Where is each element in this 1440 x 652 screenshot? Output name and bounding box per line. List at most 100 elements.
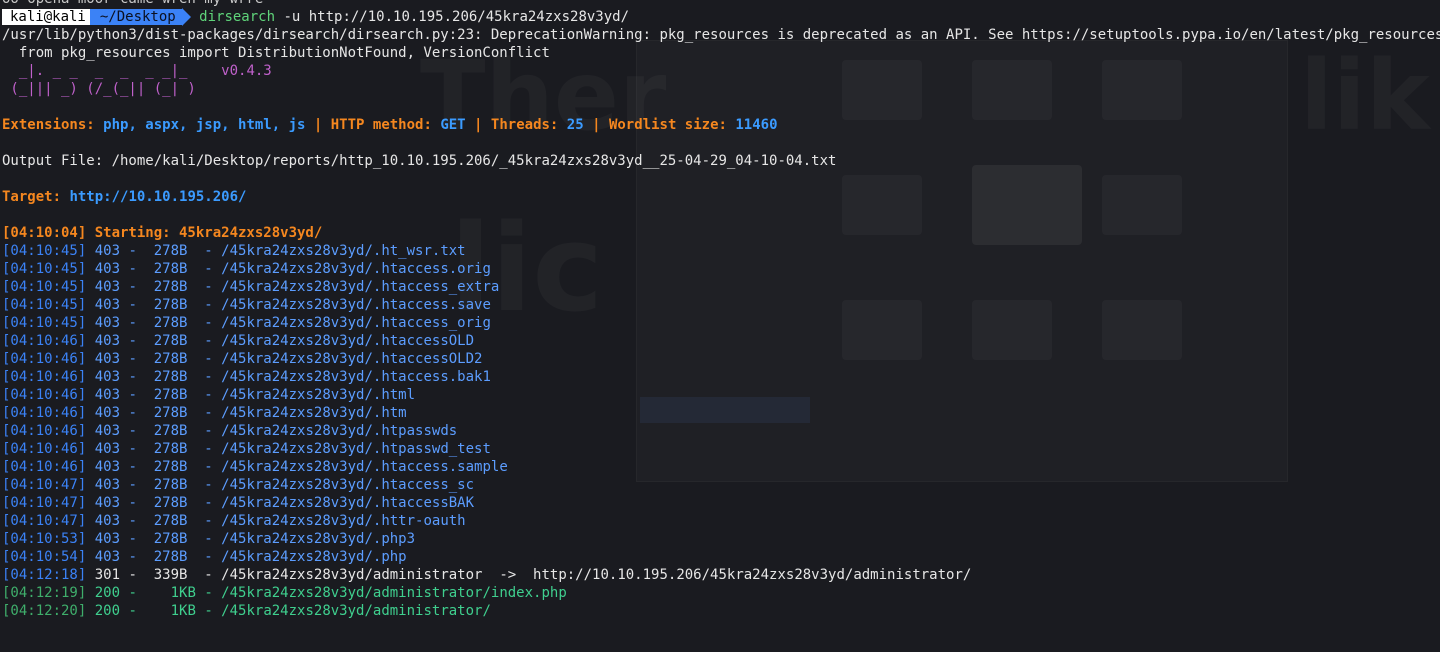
result-path: - /45kra24zxs28v3yd/.htaccess.orig <box>187 261 491 277</box>
result-status-code: 403 - <box>86 405 154 421</box>
result-row: [04:10:46] 403 - 278B - /45kra24zxs28v3y… <box>2 404 1440 422</box>
extensions-value: php, aspx, jsp, html, js <box>103 117 306 133</box>
result-path: - /45kra24zxs28v3yd/.htaccessBAK <box>187 495 475 511</box>
result-status-code: 200 - <box>86 585 154 601</box>
result-status-code: 403 - <box>86 351 154 367</box>
deprecation-warning-source: from pkg_resources import DistributionNo… <box>2 45 550 61</box>
result-status-code: 403 - <box>86 315 154 331</box>
result-timestamp: [04:10:54] <box>2 549 87 565</box>
result-timestamp: [04:10:53] <box>2 531 87 547</box>
result-row: [04:10:46] 403 - 278B - /45kra24zxs28v3y… <box>2 386 1440 404</box>
result-status-code: 200 - <box>86 603 154 619</box>
result-row: [04:12:18] 301 - 339B - /45kra24zxs28v3y… <box>2 566 1440 584</box>
result-status-code: 403 - <box>86 459 154 475</box>
result-status-code: 403 - <box>86 333 154 349</box>
result-path: - /45kra24zxs28v3yd/.htaccessOLD2 <box>187 351 483 367</box>
terminal-window[interactable]: Ther lic lik oo opena moor came wren my … <box>0 0 1440 652</box>
result-status-code: 403 - <box>86 495 154 511</box>
result-timestamp: [04:10:45] <box>2 297 87 313</box>
result-timestamp: [04:12:19] <box>2 585 87 601</box>
threads-label: Threads: <box>490 117 567 133</box>
result-row: [04:10:45] 403 - 278B - /45kra24zxs28v3y… <box>2 314 1440 332</box>
threads-value: 25 <box>566 117 584 133</box>
result-size: 1KB <box>153 585 196 601</box>
result-size: 278B <box>153 279 188 295</box>
method-label: HTTP method: <box>330 117 441 133</box>
prompt-user: kali@kali <box>2 9 90 25</box>
result-status-code: 403 - <box>86 297 154 313</box>
result-status-code: 403 - <box>86 279 154 295</box>
result-size: 278B <box>153 351 188 367</box>
result-size: 278B <box>153 315 188 331</box>
result-status-code: 403 - <box>86 423 154 439</box>
result-timestamp: [04:10:46] <box>2 387 87 403</box>
separator: | <box>465 117 491 133</box>
target-label: Target: <box>2 189 70 205</box>
result-row: [04:10:45] 403 - 278B - /45kra24zxs28v3y… <box>2 260 1440 278</box>
output-file-line: Output File: /home/kali/Desktop/reports/… <box>2 153 837 169</box>
result-row: [04:10:45] 403 - 278B - /45kra24zxs28v3y… <box>2 278 1440 296</box>
result-row: [04:10:47] 403 - 278B - /45kra24zxs28v3y… <box>2 494 1440 512</box>
result-path: - /45kra24zxs28v3yd/.httr-oauth <box>187 513 466 529</box>
dirsearch-logo-top: _|. _ _ _ _ _ _|_ <box>2 63 222 79</box>
result-size: 278B <box>153 423 188 439</box>
result-size: 278B <box>153 261 188 277</box>
result-timestamp: [04:10:46] <box>2 441 87 457</box>
result-timestamp: [04:10:45] <box>2 261 87 277</box>
result-row: [04:10:46] 403 - 278B - /45kra24zxs28v3y… <box>2 422 1440 440</box>
result-path: - /45kra24zxs28v3yd/.htaccessOLD <box>187 333 475 349</box>
result-timestamp: [04:10:47] <box>2 495 87 511</box>
result-timestamp: [04:10:46] <box>2 333 87 349</box>
result-path: - /45kra24zxs28v3yd/administrator/index.… <box>195 585 567 601</box>
result-status-code: 403 - <box>86 477 154 493</box>
result-status-code: 403 - <box>86 369 154 385</box>
result-row: [04:10:53] 403 - 278B - /45kra24zxs28v3y… <box>2 530 1440 548</box>
result-path: - /45kra24zxs28v3yd/.htpasswds <box>187 423 458 439</box>
result-row: [04:10:46] 403 - 278B - /45kra24zxs28v3y… <box>2 458 1440 476</box>
result-row: [04:12:19] 200 - 1KB - /45kra24zxs28v3yd… <box>2 584 1440 602</box>
prompt-directory: ~/Desktop <box>89 9 182 25</box>
result-size: 278B <box>153 441 188 457</box>
result-path: - /45kra24zxs28v3yd/.php3 <box>187 531 416 547</box>
result-row: [04:10:45] 403 - 278B - /45kra24zxs28v3y… <box>2 242 1440 260</box>
result-path: - /45kra24zxs28v3yd/.htm <box>187 405 407 421</box>
target-url: http://10.10.195.206/ <box>69 189 247 205</box>
result-timestamp: [04:12:20] <box>2 603 87 619</box>
terminal-output: oo opena moor came wren my wrre kali@kal… <box>2 0 1440 620</box>
result-timestamp: [04:10:45] <box>2 243 87 259</box>
result-size: 1KB <box>153 603 196 619</box>
result-path: - /45kra24zxs28v3yd/.htaccess.save <box>187 297 491 313</box>
result-path: - /45kra24zxs28v3yd/.htaccess.sample <box>187 459 508 475</box>
result-timestamp: [04:10:47] <box>2 477 87 493</box>
result-status-code: 403 - <box>86 261 154 277</box>
prompt-line: kali@kali ~/Desktop dirsearch -u http://1… <box>2 8 1440 26</box>
result-path: - /45kra24zxs28v3yd/.htaccess_extra <box>187 279 500 295</box>
result-timestamp: [04:10:45] <box>2 279 87 295</box>
result-size: 278B <box>153 387 188 403</box>
result-path: - /45kra24zxs28v3yd/.htaccess_orig <box>187 315 491 331</box>
result-size: 278B <box>153 477 188 493</box>
result-status-code: 403 - <box>86 441 154 457</box>
result-size: 278B <box>153 243 188 259</box>
results-list: [04:10:45] 403 - 278B - /45kra24zxs28v3y… <box>2 242 1440 620</box>
result-row: [04:10:54] 403 - 278B - /45kra24zxs28v3y… <box>2 548 1440 566</box>
result-timestamp: [04:10:45] <box>2 315 87 331</box>
result-path: - /45kra24zxs28v3yd/.php <box>187 549 407 565</box>
separator: | <box>305 117 331 133</box>
result-size: 278B <box>153 495 188 511</box>
result-status-code: 403 - <box>86 387 154 403</box>
result-path: - /45kra24zxs28v3yd/.htaccess.bak1 <box>187 369 491 385</box>
prompt-arrow-icon <box>181 8 191 26</box>
result-size: 278B <box>153 531 188 547</box>
result-size: 278B <box>153 333 188 349</box>
deprecation-warning: /usr/lib/python3/dist-packages/dirsearch… <box>2 27 1440 43</box>
wordlist-value: 11460 <box>735 117 778 133</box>
result-row: [04:10:46] 403 - 278B - /45kra24zxs28v3y… <box>2 440 1440 458</box>
result-path: - /45kra24zxs28v3yd/.htpasswd_test <box>187 441 491 457</box>
result-row: [04:12:20] 200 - 1KB - /45kra24zxs28v3yd… <box>2 602 1440 620</box>
result-size: 278B <box>153 459 188 475</box>
result-status-code: 301 - <box>86 567 154 583</box>
result-row: [04:10:45] 403 - 278B - /45kra24zxs28v3y… <box>2 296 1440 314</box>
result-row: [04:10:46] 403 - 278B - /45kra24zxs28v3y… <box>2 368 1440 386</box>
command-args: -u http://10.10.195.206/45kra24zxs28v3yd… <box>275 9 630 25</box>
